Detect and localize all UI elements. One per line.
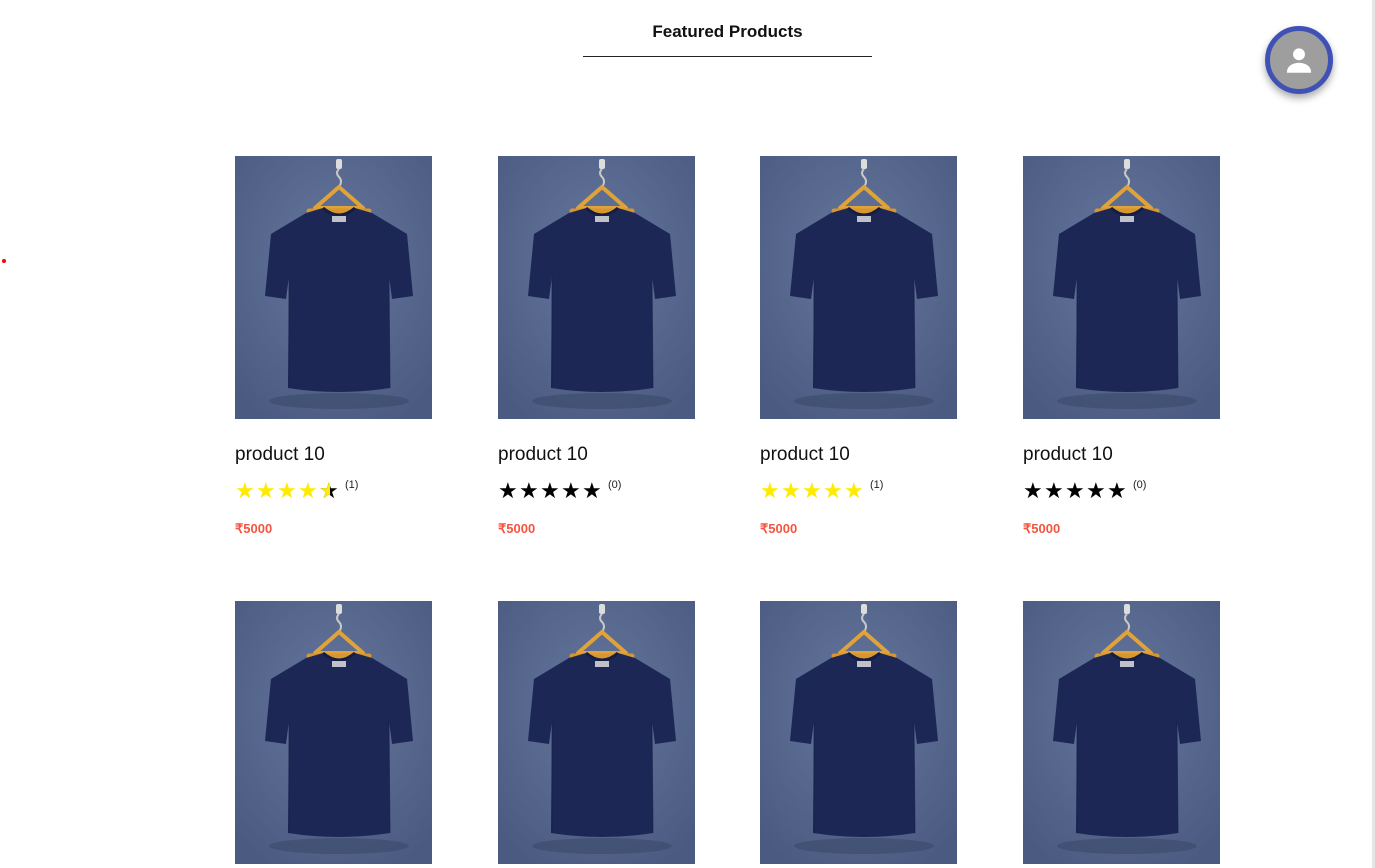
product-image[interactable] (1023, 156, 1220, 419)
section-header: Featured Products (583, 18, 872, 57)
product-card[interactable]: product 10 ★ ★ ★ ★ ★ (1) ₹5000 (760, 156, 957, 536)
indicator-dot (2, 259, 6, 263)
product-card[interactable] (498, 601, 695, 864)
star-icon: ★ (1107, 479, 1127, 504)
product-card[interactable] (760, 601, 957, 864)
product-card[interactable] (235, 601, 432, 864)
star-icon: ★ (582, 479, 602, 504)
star-icon: ★ (1044, 479, 1064, 504)
star-icon: ★ (1023, 479, 1043, 504)
star-icon: ★ (760, 479, 780, 504)
product-price: ₹5000 (1023, 521, 1061, 536)
product-card[interactable]: product 10 ★ ★ ★ ★ ★ (0) ₹5000 (1023, 156, 1220, 536)
star-icon: ★ (298, 479, 318, 504)
star-icon: ★ (235, 479, 255, 504)
star-icon: ★ (1065, 479, 1085, 504)
product-price: ₹5000 (498, 521, 536, 536)
person-icon (1286, 48, 1312, 73)
product-name[interactable]: product 10 (498, 444, 588, 466)
product-image[interactable] (760, 601, 957, 864)
star-rating: ★ ★ ★ ★ ★ (0) (1023, 479, 1147, 504)
product-image[interactable] (1023, 601, 1220, 864)
product-card[interactable] (1023, 601, 1220, 864)
section-title: Featured Products (583, 18, 872, 57)
star-icon: ★ (498, 479, 518, 504)
star-icon: ★ (802, 479, 822, 504)
product-name[interactable]: product 10 (1023, 444, 1113, 466)
product-card[interactable]: product 10 ★ ★ ★ ★ ★ ★ (1) ₹5000 (235, 156, 432, 536)
product-name[interactable]: product 10 (760, 444, 850, 466)
account-button[interactable] (1265, 26, 1333, 94)
product-price: ₹5000 (760, 521, 798, 536)
star-icon: ★ (277, 479, 297, 504)
review-count: (1) (345, 479, 359, 491)
star-icon: ★ (844, 479, 864, 504)
star-icon: ★ (561, 479, 581, 504)
product-image[interactable] (760, 156, 957, 419)
product-card[interactable]: product 10 ★ ★ ★ ★ ★ (0) ₹5000 (498, 156, 695, 536)
star-rating: ★ ★ ★ ★ ★ ★ (1) (235, 479, 359, 504)
star-icon: ★ (519, 479, 539, 504)
star-icon: ★ (540, 479, 560, 504)
star-icon: ★ (781, 479, 801, 504)
product-name[interactable]: product 10 (235, 444, 325, 466)
star-rating: ★ ★ ★ ★ ★ (1) (760, 479, 884, 504)
product-image[interactable] (498, 156, 695, 419)
star-icon: ★ (256, 479, 276, 504)
star-rating: ★ ★ ★ ★ ★ (0) (498, 479, 622, 504)
product-image[interactable] (235, 156, 432, 419)
product-image[interactable] (498, 601, 695, 864)
product-price: ₹5000 (235, 521, 273, 536)
review-count: (0) (1133, 479, 1147, 491)
half-star-icon: ★ ★ (319, 479, 339, 504)
star-icon: ★ (823, 479, 843, 504)
star-icon: ★ (1086, 479, 1106, 504)
review-count: (1) (870, 479, 884, 491)
review-count: (0) (608, 479, 622, 491)
product-image[interactable] (235, 601, 432, 864)
